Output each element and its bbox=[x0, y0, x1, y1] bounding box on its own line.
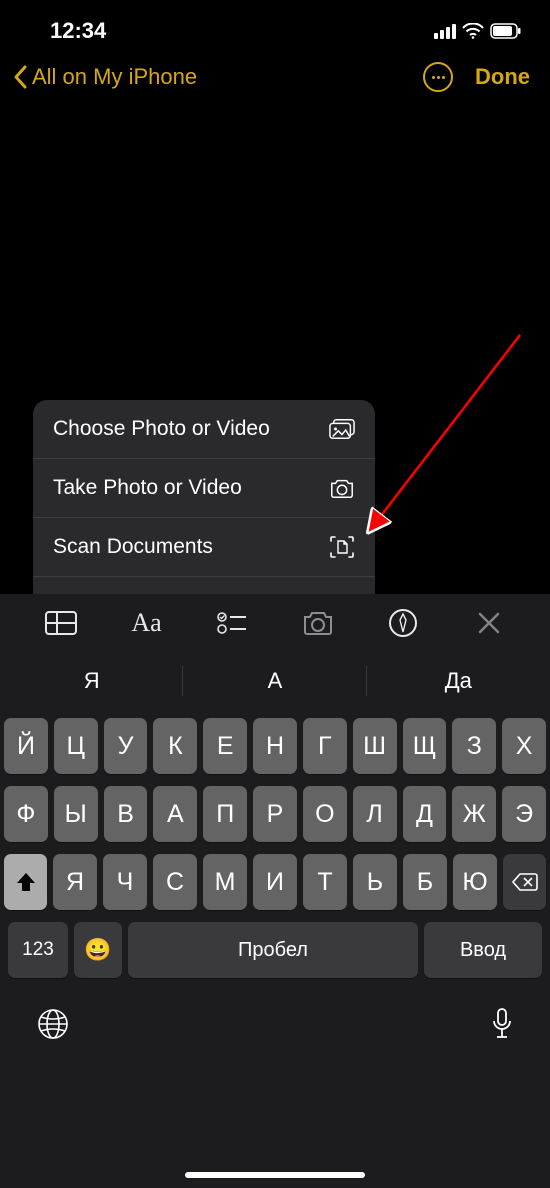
key[interactable]: К bbox=[153, 718, 197, 774]
space-key[interactable]: Пробел bbox=[128, 922, 418, 978]
close-icon bbox=[477, 611, 501, 635]
key[interactable]: Х bbox=[502, 718, 546, 774]
key[interactable]: Е bbox=[203, 718, 247, 774]
key[interactable]: Г bbox=[303, 718, 347, 774]
suggestion[interactable]: Я bbox=[0, 652, 183, 710]
globe-key[interactable] bbox=[36, 1007, 70, 1046]
suggestion[interactable]: А bbox=[183, 652, 366, 710]
key[interactable]: М bbox=[203, 854, 247, 910]
key[interactable]: Ы bbox=[54, 786, 98, 842]
keyboard: Я А Да Й Ц У К Е Н Г Ш Щ З Х Ф Ы В А П Р… bbox=[0, 652, 550, 1188]
back-label: All on My iPhone bbox=[32, 64, 197, 90]
key[interactable]: Ь bbox=[353, 854, 397, 910]
key[interactable]: П bbox=[203, 786, 247, 842]
key[interactable]: Ж bbox=[452, 786, 496, 842]
menu-item-take-photo[interactable]: Take Photo or Video bbox=[33, 459, 375, 518]
menu-item-label: Scan Documents bbox=[53, 535, 213, 559]
camera-tool[interactable] bbox=[298, 603, 338, 643]
key[interactable]: Ч bbox=[103, 854, 147, 910]
microphone-icon bbox=[490, 1007, 514, 1041]
text-format-icon: Aa bbox=[131, 608, 161, 638]
globe-icon bbox=[36, 1007, 70, 1041]
format-tool[interactable]: Aa bbox=[126, 603, 166, 643]
key[interactable]: Я bbox=[53, 854, 97, 910]
emoji-icon: 😀 bbox=[84, 937, 111, 963]
key[interactable]: Э bbox=[502, 786, 546, 842]
menu-item-label: Choose Photo or Video bbox=[53, 417, 270, 441]
menu-item-choose-photo[interactable]: Choose Photo or Video bbox=[33, 400, 375, 459]
scan-document-icon bbox=[329, 536, 355, 558]
key[interactable]: У bbox=[104, 718, 148, 774]
key[interactable]: Щ bbox=[403, 718, 447, 774]
home-indicator[interactable] bbox=[185, 1172, 365, 1178]
status-icons bbox=[434, 23, 522, 39]
shift-icon bbox=[15, 871, 37, 893]
key[interactable]: О bbox=[303, 786, 347, 842]
cellular-signal-icon bbox=[434, 23, 456, 39]
key-row-2: Ф Ы В А П Р О Л Д Ж Э bbox=[4, 786, 546, 842]
table-icon bbox=[45, 611, 77, 635]
key[interactable]: Д bbox=[403, 786, 447, 842]
return-key[interactable]: Ввод bbox=[424, 922, 542, 978]
key-row-1: Й Ц У К Е Н Г Ш Щ З Х bbox=[4, 718, 546, 774]
chevron-left-icon bbox=[12, 64, 30, 90]
gallery-icon bbox=[329, 418, 355, 440]
status-time: 12:34 bbox=[50, 18, 106, 44]
keyboard-footer bbox=[0, 978, 550, 1062]
key[interactable]: Н bbox=[253, 718, 297, 774]
menu-item-scan-documents[interactable]: Scan Documents bbox=[33, 518, 375, 577]
annotation-arrow bbox=[360, 330, 530, 540]
nav-bar: All on My iPhone Done bbox=[0, 56, 550, 102]
backspace-key[interactable] bbox=[503, 854, 546, 910]
dictation-key[interactable] bbox=[490, 1007, 514, 1046]
table-tool[interactable] bbox=[41, 603, 81, 643]
key[interactable]: Ю bbox=[453, 854, 497, 910]
menu-item-label: Take Photo or Video bbox=[53, 476, 242, 500]
key[interactable]: Й bbox=[4, 718, 48, 774]
numbers-key[interactable]: 123 bbox=[8, 922, 68, 978]
key[interactable]: Ф bbox=[4, 786, 48, 842]
key[interactable]: Т bbox=[303, 854, 347, 910]
key[interactable]: Р bbox=[253, 786, 297, 842]
camera-icon bbox=[329, 477, 355, 499]
key-row-3: Я Ч С М И Т Ь Б Ю bbox=[4, 854, 546, 910]
ellipsis-icon bbox=[432, 76, 435, 79]
backspace-icon bbox=[512, 872, 538, 892]
key[interactable]: А bbox=[153, 786, 197, 842]
close-toolbar[interactable] bbox=[469, 603, 509, 643]
key[interactable]: Ц bbox=[54, 718, 98, 774]
checklist-tool[interactable] bbox=[212, 603, 252, 643]
status-bar: 12:34 bbox=[0, 0, 550, 56]
back-button[interactable]: All on My iPhone bbox=[12, 64, 197, 90]
key[interactable]: С bbox=[153, 854, 197, 910]
done-button[interactable]: Done bbox=[475, 64, 530, 90]
emoji-key[interactable]: 😀 bbox=[74, 922, 122, 978]
battery-icon bbox=[490, 23, 522, 39]
suggestion-bar: Я А Да bbox=[0, 652, 550, 710]
camera-icon bbox=[302, 610, 334, 636]
key[interactable]: Л bbox=[353, 786, 397, 842]
shift-key[interactable] bbox=[4, 854, 47, 910]
wifi-icon bbox=[462, 23, 484, 39]
key[interactable]: Б bbox=[403, 854, 447, 910]
key[interactable]: Ш bbox=[353, 718, 397, 774]
key[interactable]: З bbox=[452, 718, 496, 774]
key[interactable]: В bbox=[104, 786, 148, 842]
checklist-icon bbox=[217, 611, 247, 635]
suggestion[interactable]: Да bbox=[367, 652, 550, 710]
notes-toolbar: Aa bbox=[0, 594, 550, 652]
markup-tool[interactable] bbox=[383, 603, 423, 643]
key[interactable]: И bbox=[253, 854, 297, 910]
key-row-bottom: 123 😀 Пробел Ввод bbox=[4, 922, 546, 978]
more-button[interactable] bbox=[423, 62, 453, 92]
pen-circle-icon bbox=[388, 608, 418, 638]
